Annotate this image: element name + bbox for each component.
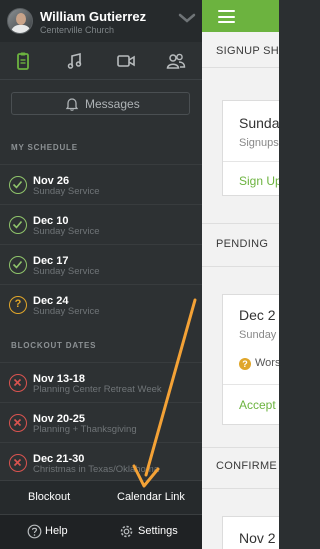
blockout-item[interactable]: Nov 20-25 Planning + Thanksgiving bbox=[0, 402, 202, 442]
music-note-icon[interactable] bbox=[64, 51, 86, 71]
accept-link[interactable]: Accept bbox=[239, 398, 276, 412]
hamburger-menu-icon[interactable] bbox=[218, 10, 235, 23]
confirmed-heading: CONFIRME bbox=[216, 460, 278, 472]
check-circle-icon bbox=[9, 256, 27, 274]
settings-button[interactable]: Settings bbox=[138, 525, 178, 537]
pending-card-sub: Sunday bbox=[239, 329, 277, 341]
confirmed-card-title: Nov 2 bbox=[239, 530, 276, 546]
blockout-item[interactable]: Nov 13-18 Planning Center Retreat Week bbox=[0, 362, 202, 402]
pending-card-title: Dec 2 bbox=[239, 307, 276, 323]
x-circle-icon bbox=[9, 414, 27, 432]
schedule-item[interactable]: ? Dec 24 Sunday Service bbox=[0, 284, 202, 324]
my-schedule-heading: MY SCHEDULE bbox=[11, 143, 78, 152]
help-circle-icon bbox=[27, 524, 42, 539]
x-circle-icon bbox=[9, 374, 27, 392]
blockout-reason: Christmas in Texas/Oklahoma bbox=[33, 464, 160, 475]
confirmed-card[interactable]: Nov 2 bbox=[222, 516, 279, 549]
question-circle-icon: ? bbox=[9, 296, 27, 314]
sign-up-link[interactable]: Sign Up bbox=[239, 174, 279, 188]
main-panel: SIGNUP SH Sunda Signups Sign Up PENDING … bbox=[202, 0, 279, 549]
profile-header[interactable]: William Gutierrez Centerville Church bbox=[0, 0, 202, 42]
sidebar: William Gutierrez Centerville Church Mes… bbox=[0, 0, 202, 549]
pending-card-note: Wors bbox=[255, 357, 279, 369]
schedule-service: Sunday Service bbox=[33, 226, 100, 237]
bell-icon bbox=[65, 98, 79, 111]
signup-card-sub: Signups bbox=[239, 137, 279, 149]
schedule-service: Sunday Service bbox=[33, 306, 100, 317]
pending-card[interactable]: Dec 2 Sunday ? Wors Accept bbox=[222, 294, 279, 425]
blockout-reason: Planning Center Retreat Week bbox=[33, 384, 162, 395]
gear-icon bbox=[120, 525, 133, 538]
clipboard-icon[interactable] bbox=[12, 51, 34, 71]
messages-label: Messages bbox=[85, 97, 140, 111]
people-icon[interactable] bbox=[165, 51, 187, 71]
check-circle-icon bbox=[9, 216, 27, 234]
schedule-service: Sunday Service bbox=[33, 186, 100, 197]
messages-button[interactable]: Messages bbox=[11, 92, 190, 115]
calendar-link-button[interactable]: Calendar Link bbox=[117, 491, 185, 503]
organization-name: Centerville Church bbox=[40, 25, 115, 35]
pending-heading: PENDING bbox=[216, 238, 269, 250]
section-icon-bar bbox=[0, 42, 202, 80]
user-name: William Gutierrez bbox=[40, 9, 147, 24]
video-camera-icon[interactable] bbox=[115, 51, 137, 71]
blockout-reason: Planning + Thanksgiving bbox=[33, 424, 137, 435]
blockout-button[interactable]: Blockout bbox=[28, 491, 70, 503]
schedule-item[interactable]: Dec 17 Sunday Service bbox=[0, 244, 202, 284]
avatar bbox=[7, 8, 33, 34]
blockout-dates-heading: BLOCKOUT DATES bbox=[11, 341, 97, 350]
chevron-down-icon[interactable] bbox=[178, 12, 196, 24]
signup-card-title: Sunda bbox=[239, 115, 279, 131]
blockout-item[interactable]: Dec 21-30 Christmas in Texas/Oklahoma bbox=[0, 442, 202, 482]
x-circle-icon bbox=[9, 454, 27, 472]
top-bar bbox=[202, 0, 279, 32]
help-settings-bar: Help Settings bbox=[0, 514, 202, 549]
question-circle-icon: ? bbox=[239, 358, 251, 370]
schedule-item[interactable]: Nov 26 Sunday Service bbox=[0, 164, 202, 204]
check-circle-icon bbox=[9, 176, 27, 194]
schedule-service: Sunday Service bbox=[33, 266, 100, 277]
blockout-actions-bar: Blockout Calendar Link bbox=[0, 480, 202, 514]
signup-card[interactable]: Sunda Signups Sign Up bbox=[222, 100, 279, 196]
help-button[interactable]: Help bbox=[45, 525, 68, 537]
schedule-item[interactable]: Dec 10 Sunday Service bbox=[0, 204, 202, 244]
signup-sheets-heading: SIGNUP SH bbox=[216, 45, 279, 57]
